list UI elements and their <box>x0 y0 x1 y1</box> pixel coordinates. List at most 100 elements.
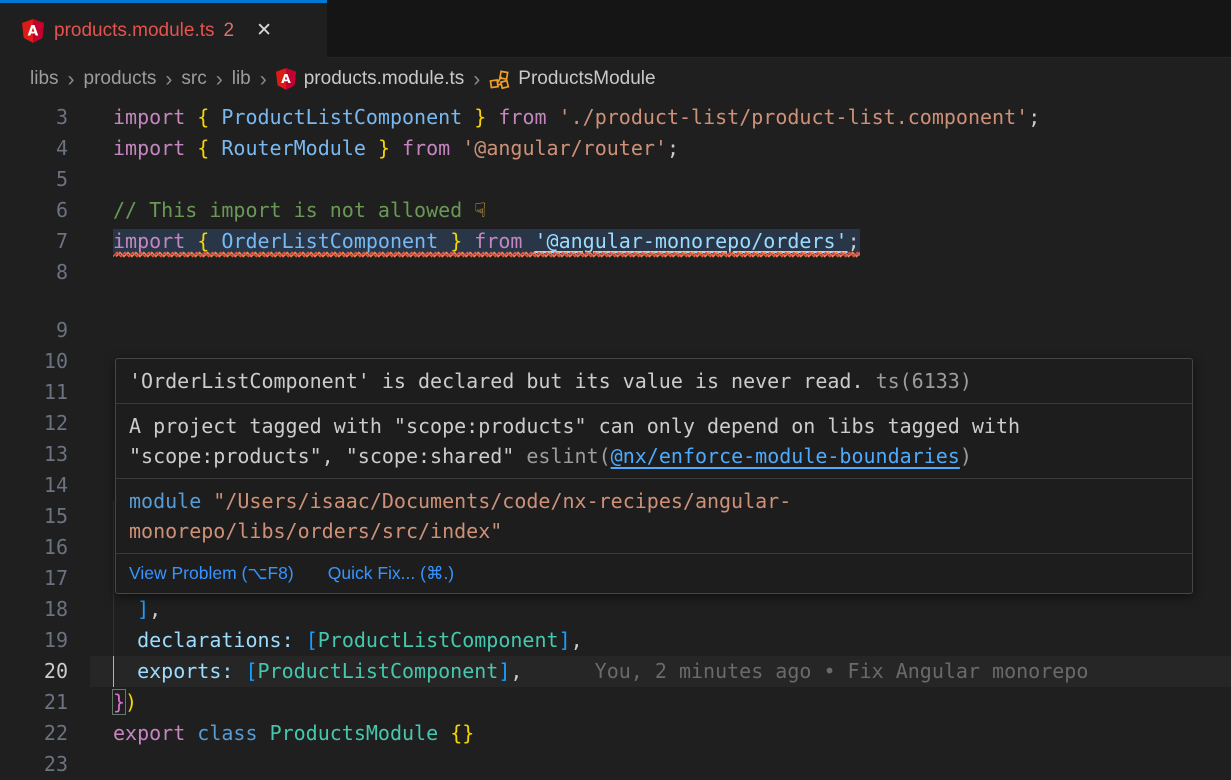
code-line[interactable]: import { ProductListComponent } from './… <box>113 102 1040 133</box>
indent-guide <box>113 656 114 687</box>
module-specifier-link[interactable]: '@angular-monorepo/orders' <box>535 229 848 253</box>
code-token <box>366 136 378 160</box>
line-number[interactable]: 10 <box>0 346 68 377</box>
ts-diagnostic-message: 'OrderListComponent' is declared but its… <box>129 369 864 393</box>
line-number[interactable]: 22 <box>0 718 68 749</box>
indent-guide <box>113 501 114 532</box>
code-token: import <box>113 229 185 253</box>
tab-close-icon[interactable]: ✕ <box>256 21 272 40</box>
line-number[interactable]: 12 <box>0 408 68 439</box>
code-token: from <box>498 105 546 129</box>
code-token: ProductListComponent <box>318 628 559 652</box>
breadcrumb-item-lib[interactable]: lib <box>232 68 251 90</box>
line-number[interactable]: 14 <box>0 470 68 501</box>
indent-guide <box>113 563 114 594</box>
indent-guide <box>113 532 114 563</box>
hover-diagnostic-ts: 'OrderListComponent' is declared but its… <box>116 359 1192 403</box>
line-number[interactable]: 9 <box>0 315 68 346</box>
line-number[interactable]: 15 <box>0 501 68 532</box>
eslint-message-scopes: "scope:products", "scope:shared" <box>129 444 514 468</box>
breadcrumb-item-src[interactable]: src <box>181 68 206 90</box>
code-token <box>209 105 221 129</box>
code-line[interactable]: import { OrderListComponent } from '@ang… <box>113 226 860 257</box>
code-token <box>438 721 450 745</box>
code-token <box>209 229 221 253</box>
breadcrumb-item-libs[interactable]: libs <box>30 68 59 90</box>
breadcrumb-separator: › <box>473 69 480 90</box>
git-blame-annotation: You, 2 minutes ago • Fix Angular monorep… <box>595 659 1089 683</box>
module-path-line2: monorepo/libs/orders/src/index" <box>129 516 1179 546</box>
code-token <box>185 721 197 745</box>
code-token <box>438 229 450 253</box>
code-token: { <box>197 229 209 253</box>
eslint-source-open: eslint( <box>526 444 610 468</box>
line-number[interactable]: 17 <box>0 563 68 594</box>
code-line[interactable]: export class ProductsModule {} <box>113 718 474 749</box>
breadcrumb-item-products[interactable]: products <box>84 68 157 90</box>
line-number[interactable]: 11 <box>0 377 68 408</box>
code-token <box>113 628 137 652</box>
code-token: ; <box>1028 105 1040 129</box>
code-token: // This import is not allowed <box>113 198 474 222</box>
code-line[interactable]: // This import is not allowed ☟ <box>113 195 486 226</box>
line-number[interactable]: 18 <box>0 594 68 625</box>
code-token: ] <box>137 597 149 621</box>
tab-products-module[interactable]: A products.module.ts 2 ✕ <box>0 0 327 58</box>
code-line[interactable]: exports: [ProductListComponent],You, 2 m… <box>113 656 1088 687</box>
code-token: [ <box>245 659 257 683</box>
code-token: ProductListComponent <box>221 105 462 129</box>
module-path-line1: module "/Users/isaac/Documents/code/nx-r… <box>129 486 1179 516</box>
code-token <box>450 136 462 160</box>
code-token: , <box>571 628 583 652</box>
line-number[interactable]: 5 <box>0 164 68 195</box>
breadcrumb-separator: › <box>68 69 75 90</box>
code-line[interactable]: }) <box>113 687 137 718</box>
line-number[interactable]: 8 <box>0 257 68 288</box>
code-token: class <box>197 721 257 745</box>
tab-bar: A products.module.ts 2 ✕ <box>0 0 1231 58</box>
module-path-text2: monorepo/libs/orders/src/index" <box>129 519 502 543</box>
line-number[interactable]: 13 <box>0 439 68 470</box>
eslint-rule-link[interactable]: @nx/enforce-module-boundaries <box>611 444 960 468</box>
code-line[interactable]: declarations: [ProductListComponent], <box>113 625 583 656</box>
code-token: , <box>510 659 522 683</box>
code-token: { <box>197 105 209 129</box>
module-keyword: module <box>129 489 201 513</box>
line-number[interactable]: 7 <box>0 226 68 257</box>
code-token: ProductsModule <box>270 721 439 745</box>
code-token: ProductListComponent <box>258 659 499 683</box>
code-token <box>233 659 245 683</box>
line-number[interactable]: 20 <box>0 656 68 687</box>
quick-fix-action[interactable]: Quick Fix... (⌘.) <box>328 563 454 584</box>
editor[interactable]: 3 import { ProductListComponent } from '.… <box>0 100 1231 780</box>
line-number[interactable]: 16 <box>0 532 68 563</box>
breadcrumb-item-file[interactable]: products.module.ts <box>304 68 465 90</box>
indent-guide <box>113 625 114 656</box>
view-problem-action[interactable]: View Problem (⌥F8) <box>129 563 294 584</box>
line-number[interactable]: 6 <box>0 195 68 226</box>
svg-text:A: A <box>281 71 291 86</box>
line-number[interactable]: 21 <box>0 687 68 718</box>
line-number[interactable]: 3 <box>0 102 68 133</box>
code-token: [ <box>306 628 318 652</box>
code-token: './product-list/product-list.component' <box>559 105 1029 129</box>
code-token <box>185 136 197 160</box>
breadcrumb-item-symbol[interactable]: ProductsModule <box>518 68 655 90</box>
code-token <box>547 105 559 129</box>
code-token: from <box>402 136 450 160</box>
line-number[interactable]: 23 <box>0 749 68 780</box>
eslint-source-close: ) <box>960 444 972 468</box>
code-token <box>113 597 137 621</box>
code-token: { <box>197 136 209 160</box>
class-symbol-icon <box>489 69 510 90</box>
line-number[interactable]: 4 <box>0 133 68 164</box>
code-line[interactable]: import { RouterModule } from '@angular/r… <box>113 133 679 164</box>
code-token: } <box>113 690 125 714</box>
error-hover-popup: 'OrderListComponent' is declared but its… <box>115 358 1193 594</box>
code-line[interactable]: ], <box>113 594 161 625</box>
indent-guide <box>113 594 114 625</box>
hover-diagnostic-eslint: A project tagged with "scope:products" c… <box>116 403 1192 478</box>
code-token: } <box>378 136 390 160</box>
line-number[interactable]: 19 <box>0 625 68 656</box>
code-token <box>486 105 498 129</box>
